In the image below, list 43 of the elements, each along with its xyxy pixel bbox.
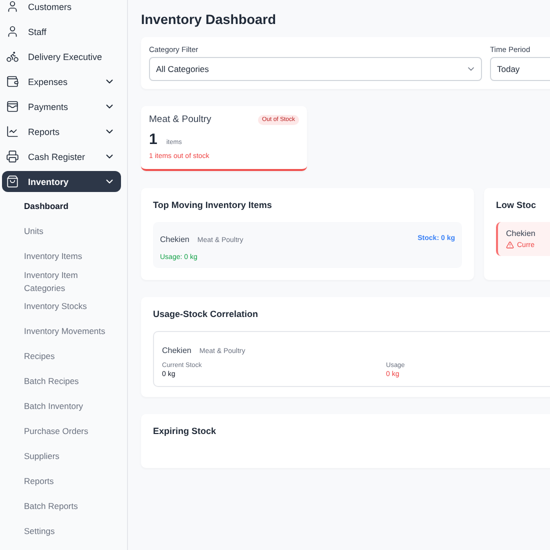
submenu-item[interactable]: Batch Recipes <box>0 369 127 394</box>
submenu-item[interactable]: Units <box>0 219 127 244</box>
submenu-item[interactable]: Settings <box>0 519 127 544</box>
sidebar-item[interactable]: Cash Register <box>2 146 121 167</box>
sidebar-item[interactable]: Staff <box>2 21 121 42</box>
submenu-item[interactable]: Inventory Stocks <box>0 294 127 319</box>
shopping-bag-icon <box>6 175 19 188</box>
category-name: Meat & Poultry <box>149 114 212 125</box>
submenu-item[interactable]: Inventory Items <box>0 244 127 269</box>
warning-icon <box>506 241 514 249</box>
person-icon <box>6 0 19 13</box>
submenu-item[interactable]: Recipes <box>0 344 127 369</box>
item-name: Chekien <box>160 235 190 244</box>
submenu-item[interactable]: Batch Reports <box>0 494 127 519</box>
item-name: Chekien <box>162 346 192 355</box>
item-name: Chekien <box>506 229 536 238</box>
submenu-item[interactable]: Inventory Movements <box>0 319 127 344</box>
submenu-item[interactable]: Suppliers <box>0 444 127 469</box>
sidebar-item[interactable]: Delivery Executive <box>2 46 121 67</box>
sidebar-item[interactable]: Customers <box>2 0 121 17</box>
sidebar-item[interactable]: Inventory <box>2 171 121 192</box>
card-title: Expiring Stock <box>153 426 218 436</box>
sidebar-item[interactable]: Reports <box>2 121 121 142</box>
sidebar-item[interactable]: Expenses <box>2 71 121 92</box>
printer-icon <box>6 150 19 163</box>
person-icon <box>6 25 19 38</box>
submenu-item[interactable]: Dashboard <box>0 194 127 219</box>
card-title: Low Stoc <box>496 200 537 210</box>
page-title: Inventory Dashboard <box>141 12 278 27</box>
bike-icon <box>6 50 19 63</box>
wallet-icon <box>6 75 19 88</box>
submenu-item[interactable]: Reports <box>0 469 127 494</box>
sidebar-item[interactable]: Payments <box>2 96 121 117</box>
card-title: Usage-Stock Correlation <box>153 309 260 319</box>
submenu-item[interactable]: Inventory Item Categories <box>0 269 127 294</box>
line-chart-icon <box>6 125 19 138</box>
wallet-icon <box>6 100 19 113</box>
item-count: 1 <box>149 131 158 148</box>
filter-select[interactable]: All Categories <box>149 57 482 81</box>
submenu-item[interactable]: Batch Inventory <box>0 394 127 419</box>
filter-select[interactable]: Today <box>490 57 550 81</box>
submenu-item[interactable]: Purchase Orders <box>0 419 127 444</box>
card-title: Top Moving Inventory Items <box>153 200 273 210</box>
